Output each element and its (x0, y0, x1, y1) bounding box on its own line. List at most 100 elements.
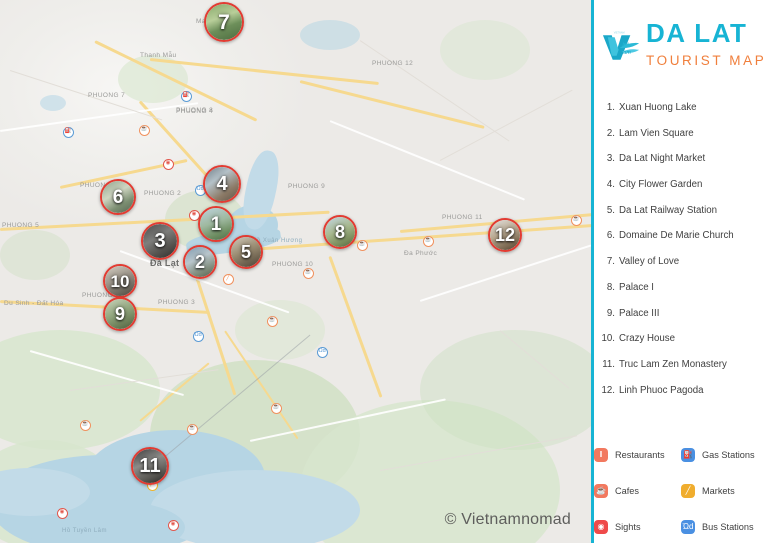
attraction-marker[interactable]: 10 (103, 264, 137, 298)
legend-item[interactable]: ☕ Cafes (594, 484, 681, 498)
attraction-list-item[interactable]: 10. Crazy House (594, 333, 768, 359)
map-poi-pin[interactable]: ☕ (79, 419, 91, 431)
district-label: PHUONG 3 (158, 299, 196, 306)
map-poi-pin[interactable]: ☕ (302, 267, 314, 279)
sidebar-header: iet Nam VIETNAM DA LAT TOURIST MAP (594, 14, 768, 82)
district-label: PHUONG 7 (88, 92, 126, 99)
map-poi-pin[interactable]: ◉ (167, 519, 179, 531)
attraction-marker-number: 7 (218, 10, 230, 34)
attraction-marker[interactable]: 9 (103, 297, 137, 331)
svg-text:iet: iet (622, 42, 629, 48)
poi-glyph: ╱ (226, 275, 230, 282)
legend-row: ‖ Restaurants ⛽ Gas Stations (594, 437, 768, 473)
map-poi-pin[interactable]: ☕ (186, 423, 198, 435)
attraction-index: 10. (601, 333, 615, 345)
attraction-list-item[interactable]: 7. Valley of Love (594, 256, 768, 282)
attraction-marker[interactable]: 4 (203, 165, 241, 203)
attraction-name: Palace III (619, 307, 660, 319)
district-label: PHUONG 2 (144, 190, 182, 197)
map-poi-pin[interactable]: ☕ (138, 124, 150, 136)
map-poi-pin[interactable]: Ὠd (316, 346, 328, 358)
district-label: PHUONG 11 (442, 214, 483, 221)
cutlery-icon: ‖ (594, 448, 608, 462)
attraction-list-item[interactable]: 3. Da Lat Night Market (594, 153, 768, 179)
attraction-list-item[interactable]: 5. Da Lat Railway Station (594, 205, 768, 231)
legend-item[interactable]: ⛽ Gas Stations (681, 448, 768, 462)
attraction-marker-number: 10 (110, 271, 130, 291)
svg-text:Nam: Nam (620, 50, 632, 56)
attraction-marker[interactable]: 5 (229, 235, 263, 269)
river (40, 95, 66, 111)
district-label: PHUONG 12 (372, 60, 414, 67)
attraction-index: 12. (601, 384, 615, 396)
park-area (440, 20, 530, 80)
attraction-list-item[interactable]: 1. Xuan Huong Lake (594, 102, 768, 128)
attraction-list-item[interactable]: 8. Palace I (594, 282, 768, 308)
map-poi-pin[interactable]: ☕ (266, 315, 278, 327)
attraction-marker[interactable]: 11 (131, 447, 169, 485)
attraction-name: Valley of Love (619, 256, 680, 268)
map-poi-pin[interactable]: ☕ (356, 239, 368, 251)
attraction-list-item[interactable]: 9. Palace III (594, 308, 768, 334)
attraction-marker-number: 2 (194, 252, 205, 272)
bus-icon: Ὠd (681, 520, 695, 534)
attraction-list-item[interactable]: 4. City Flower Garden (594, 179, 768, 205)
map-poi-pin[interactable]: ◉ (56, 507, 68, 519)
sidebar-title-block: DA LAT TOURIST MAP (646, 20, 766, 68)
poi-glyph: ◉ (170, 521, 176, 528)
map-poi-pin[interactable]: Ὠd (192, 330, 204, 342)
coffee-cup-icon: ☕ (594, 484, 608, 498)
legend-label: Bus Stations (702, 522, 754, 532)
map-poi-pin[interactable]: ╱ (222, 273, 234, 285)
attraction-name: Lam Vien Square (619, 127, 694, 139)
map-poi-pin[interactable]: ⛽ (62, 126, 74, 138)
legend-label: Gas Stations (702, 450, 755, 460)
district-label: PHUONG 5 (2, 222, 40, 229)
attraction-marker[interactable]: 7 (204, 2, 244, 42)
attraction-list-item[interactable]: 12. Linh Phuoc Pagoda (594, 385, 768, 411)
poi-glyph: ☕ (424, 237, 432, 244)
poi-glyph: ☕ (572, 216, 580, 223)
attraction-marker[interactable]: 8 (323, 215, 357, 249)
attraction-index: 6. (606, 230, 615, 242)
map-poi-pin[interactable]: ☕ (422, 235, 434, 247)
attraction-marker-number: 6 (112, 186, 124, 208)
vietnam-logo: iet Nam VIETNAM (600, 28, 644, 64)
attraction-list-item[interactable]: 2. Lam Vien Square (594, 128, 768, 154)
attraction-list-item[interactable]: 6. Domaine De Marie Church (594, 230, 768, 256)
map-poi-pin[interactable]: ☕ (270, 402, 282, 414)
attraction-list: 1. Xuan Huong Lake 2. Lam Vien Square 3. Da L… (594, 102, 768, 410)
district-label: PHUONG 9 (288, 183, 326, 190)
attraction-index: 7. (606, 256, 615, 268)
attraction-index: 11. (602, 358, 615, 370)
attraction-list-item[interactable]: 11. Truc Lam Zen Monastery (594, 359, 768, 385)
legend-label: Sights (615, 522, 641, 532)
attraction-marker-number: 12 (494, 225, 516, 245)
map-canvas[interactable]: PHUONG 7 PHUONG 8 PHUONG 4 PHUONG 6 PHUONG 2… (0, 0, 591, 543)
attraction-name: Linh Phuoc Pagoda (619, 384, 704, 396)
attraction-index: 4. (606, 179, 615, 191)
attraction-marker[interactable]: 6 (100, 179, 136, 215)
legend-item[interactable]: Ὠd Bus Stations (681, 520, 768, 534)
attraction-marker-number: 1 (210, 213, 222, 235)
attraction-marker[interactable]: 1 (198, 206, 234, 242)
attraction-marker[interactable]: 3 (141, 222, 179, 260)
legend-item[interactable]: ◉ Sights (594, 520, 681, 534)
map-poi-pin[interactable]: ☕ (570, 214, 582, 226)
legend-item[interactable]: ‖ Restaurants (594, 448, 681, 462)
svg-text:VIETNAM: VIETNAM (614, 31, 625, 34)
district-label: PHUONG 10 (272, 261, 314, 268)
attraction-name: Palace I (619, 281, 655, 293)
district-label: PHUONG 4 (176, 108, 214, 115)
watermark: © Vietnamnomad (444, 511, 571, 528)
map-poi-pin[interactable]: ◉ (162, 158, 174, 170)
attraction-marker-number: 9 (114, 304, 125, 324)
legend-item[interactable]: ╱ Markets (681, 484, 768, 498)
poi-glyph: ☕ (268, 317, 276, 324)
attraction-marker[interactable]: 2 (183, 245, 217, 279)
attraction-index: 2. (606, 127, 615, 139)
attraction-marker[interactable]: 12 (488, 218, 522, 252)
map-poi-pin[interactable]: ⛽ (180, 90, 192, 102)
legend-label: Markets (702, 486, 735, 496)
poi-glyph: ☕ (272, 404, 280, 411)
